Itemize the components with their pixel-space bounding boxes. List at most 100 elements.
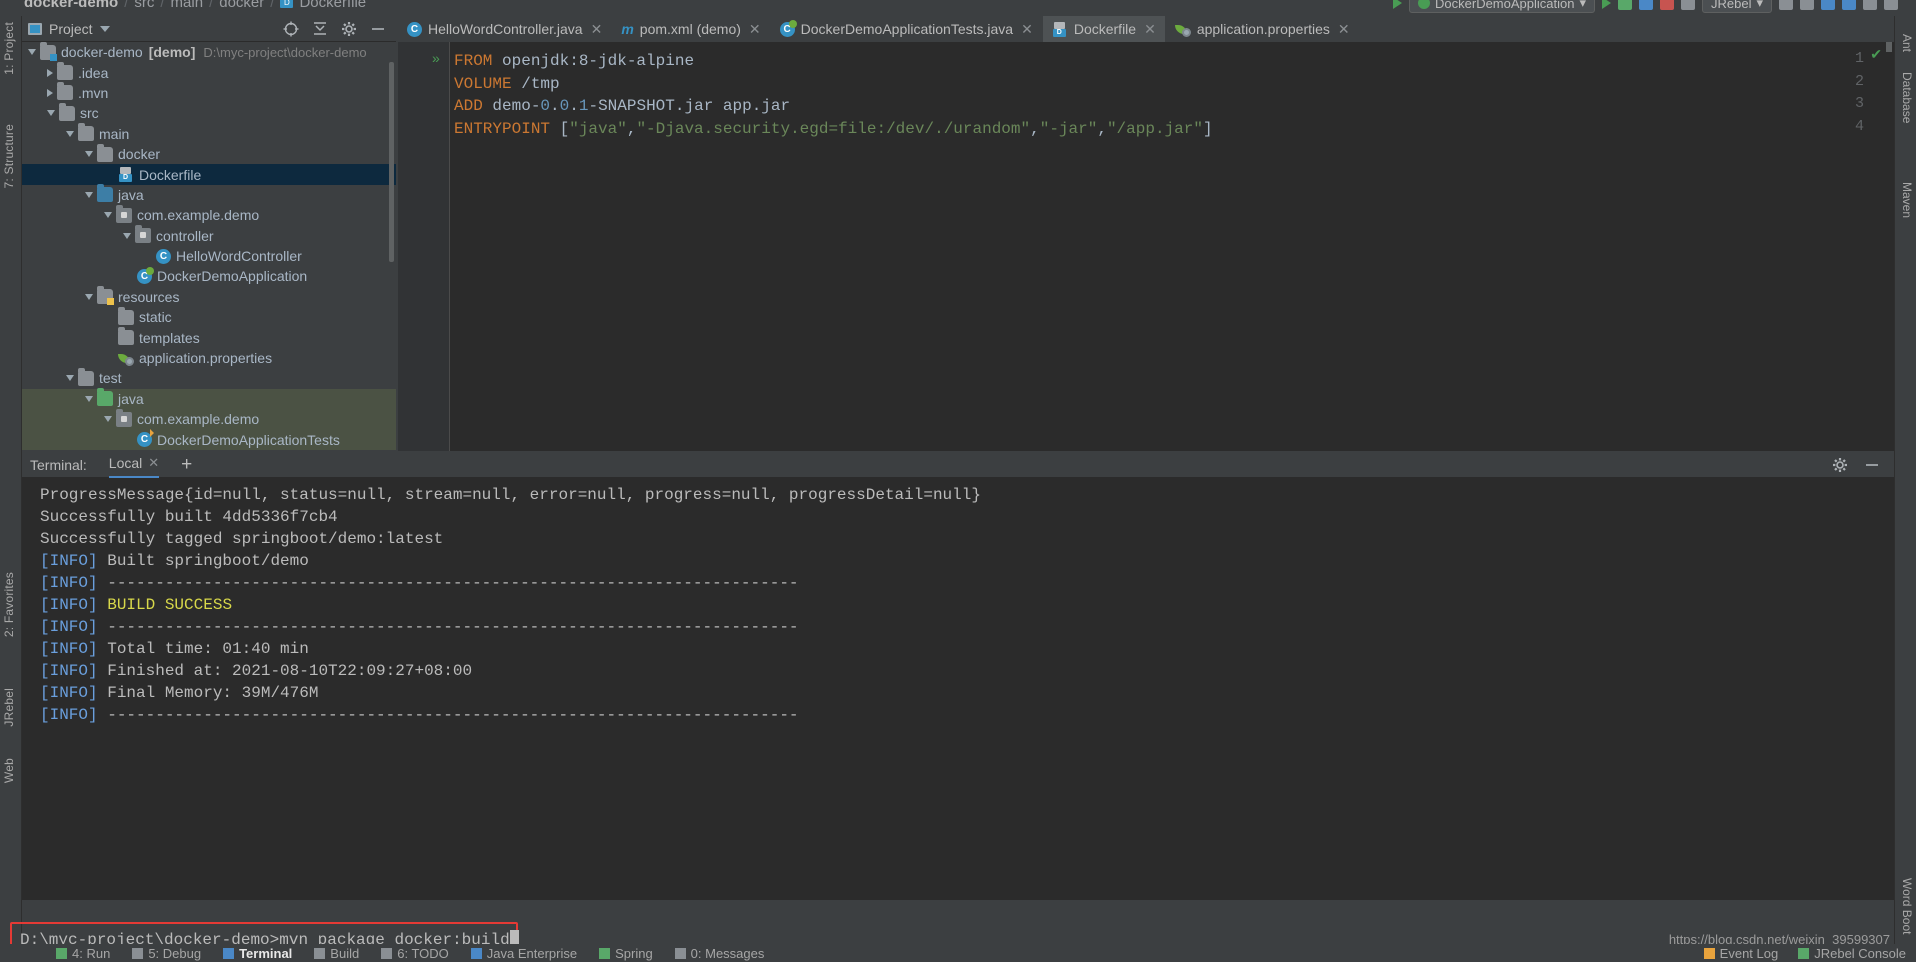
tree-node-com-example-demo[interactable]: com.example.demo	[22, 204, 396, 225]
status-bar-item-spring[interactable]: Spring	[599, 946, 653, 961]
chevron-down-icon[interactable]	[104, 416, 112, 423]
breadcrumb-item-main[interactable]: main	[171, 0, 204, 11]
tree-node-docker-demo[interactable]: docker-demo [demo] D:\myc-project\docker-d…	[22, 42, 396, 62]
tool-tab-database[interactable]: Database	[1900, 72, 1914, 123]
chevron-down-icon[interactable]	[66, 130, 74, 137]
tree-node--idea[interactable]: .idea	[22, 62, 396, 82]
status-bar-item-java-enterprise[interactable]: Java Enterprise	[470, 946, 577, 961]
tree-node-dockerfile[interactable]: D Dockerfile	[22, 164, 396, 185]
tree-node-static[interactable]: static	[22, 306, 396, 327]
chevron-down-icon[interactable]: ▾	[1579, 0, 1586, 11]
tool-tab-jrebel[interactable]: JRebel	[2, 688, 16, 727]
gear-icon[interactable]	[341, 21, 357, 37]
chevron-down-icon[interactable]	[28, 49, 36, 56]
terminal-output[interactable]: ProgressMessage{id=null, status=null, st…	[22, 478, 1894, 900]
run-configuration-selector[interactable]: DockerDemoApplication ▾	[1409, 0, 1595, 13]
editor-tab-dockerfile[interactable]: D Dockerfile ✕	[1042, 16, 1166, 42]
chevron-down-icon[interactable]	[85, 191, 93, 198]
tree-node-docker[interactable]: docker	[22, 143, 396, 164]
chevron-down-icon[interactable]: ▾	[1756, 0, 1763, 11]
tool-tab-ant[interactable]: Ant	[1900, 34, 1914, 52]
tree-node-test[interactable]: test	[22, 367, 396, 388]
status-bar-item-5-debug[interactable]: 5: Debug	[132, 946, 201, 961]
tree-node-dockerdemoapplicationtests[interactable]: C DockerDemoApplicationTests	[22, 429, 396, 450]
breadcrumb[interactable]: docker-demo / src / main / docker / D Do…	[24, 0, 366, 11]
status-bar-item-6-todo[interactable]: 6: TODO	[381, 946, 449, 961]
coverage-icon[interactable]	[1639, 0, 1653, 10]
editor-tab-application-properties[interactable]: application.properties ✕	[1166, 16, 1360, 42]
stop-icon[interactable]	[1779, 0, 1793, 10]
status-bar-item-build[interactable]: Build	[314, 946, 359, 961]
chevron-down-icon[interactable]	[66, 375, 74, 382]
breadcrumb-item-dockerfile[interactable]: Dockerfile	[299, 0, 366, 11]
tool-tab-structure[interactable]: 7: Structure	[2, 124, 16, 188]
tree-node-com-example-demo[interactable]: com.example.demo	[22, 408, 396, 430]
chevron-down-icon[interactable]	[47, 110, 55, 117]
gear-icon[interactable]	[1832, 457, 1848, 473]
new-terminal-tab-button[interactable]: +	[181, 455, 192, 474]
tool-tab-maven[interactable]: Maven	[1900, 182, 1914, 218]
close-icon[interactable]: ✕	[591, 21, 603, 38]
tree-node-java[interactable]: java	[22, 184, 396, 205]
status-bar-item-event-log[interactable]: Event Log	[1703, 946, 1778, 961]
status-bar-item-4-run[interactable]: 4: Run	[56, 946, 110, 961]
editor-scrollbar[interactable]	[1886, 42, 1892, 52]
editor-gutter[interactable]	[398, 42, 450, 451]
crosshair-icon[interactable]	[283, 21, 299, 37]
inspection-status-icon[interactable]: ✔	[1870, 46, 1882, 63]
run-icon[interactable]	[1602, 0, 1611, 9]
editor-pane[interactable]: 1» 2 3 4 FROM openjdk:8-jdk-alpine VOLUME /t…	[398, 42, 1894, 451]
more-icon[interactable]	[1884, 0, 1898, 10]
editor-tab-hellowordcontroller-java[interactable]: C HelloWordController.java ✕	[398, 16, 613, 42]
tree-node-main[interactable]: main	[22, 123, 396, 144]
minimize-icon[interactable]	[370, 21, 386, 37]
debug-icon[interactable]	[1618, 0, 1632, 10]
chevron-down-icon[interactable]	[104, 212, 112, 219]
tree-node--mvn[interactable]: .mvn	[22, 82, 396, 103]
close-icon[interactable]: ✕	[1021, 21, 1033, 38]
close-icon[interactable]: ✕	[148, 455, 159, 471]
chevron-down-icon[interactable]	[85, 293, 93, 300]
editor-tab-pom-xml-demo-[interactable]: m pom.xml (demo) ✕	[612, 16, 771, 42]
breadcrumb-item-src[interactable]: src	[134, 0, 154, 11]
search-everywhere-icon[interactable]	[1800, 0, 1814, 10]
chevron-down-icon[interactable]	[85, 151, 93, 158]
status-bar-item-jrebel-console[interactable]: JRebel Console	[1798, 946, 1906, 961]
terminal-tab-local[interactable]: Local ✕	[108, 455, 160, 478]
status-bar-item-terminal[interactable]: Terminal	[215, 944, 301, 962]
chevron-down-icon[interactable]	[123, 232, 131, 239]
editor-tab-bar[interactable]: C HelloWordController.java ✕ m pom.xml (demo…	[398, 16, 1894, 42]
tree-node-hellowordcontroller[interactable]: C HelloWordController	[22, 246, 396, 266]
chevron-right-icon[interactable]	[47, 88, 53, 97]
chevron-down-icon[interactable]	[85, 395, 93, 402]
help-icon[interactable]	[1863, 0, 1877, 10]
editor-tab-dockerdemoapplicationtests-java[interactable]: C DockerDemoApplicationTests.java ✕	[771, 16, 1043, 42]
chevron-right-icon[interactable]	[47, 68, 53, 77]
tree-node-java[interactable]: java	[22, 388, 396, 410]
close-icon[interactable]: ✕	[1144, 21, 1156, 38]
tool-tab-project[interactable]: 1: Project	[2, 22, 16, 75]
close-icon[interactable]: ✕	[749, 21, 761, 38]
tree-node-controller[interactable]: controller	[22, 225, 396, 246]
breadcrumb-item-project[interactable]: docker-demo	[24, 0, 118, 11]
profile-icon[interactable]	[1660, 0, 1674, 10]
project-tree[interactable]: docker-demo [demo] D:\myc-project\docker-d…	[22, 42, 396, 451]
breadcrumb-item-docker[interactable]: docker	[219, 0, 264, 11]
rerun-icon[interactable]	[1681, 0, 1695, 10]
tree-node-src[interactable]: src	[22, 102, 396, 123]
chevron-down-icon[interactable]	[99, 25, 110, 32]
tree-node-application-properties[interactable]: application.properties	[22, 348, 396, 368]
tree-node-dockerdemoapplication[interactable]: C DockerDemoApplication	[22, 266, 396, 286]
tree-node-resources[interactable]: resources	[22, 286, 396, 307]
tree-scrollbar[interactable]	[389, 62, 394, 262]
minimize-icon[interactable]	[1864, 457, 1880, 473]
run-button[interactable]	[1393, 0, 1403, 9]
tree-node-templates[interactable]: templates	[22, 327, 396, 347]
tool-tab-web[interactable]: Web	[2, 758, 16, 783]
code-content[interactable]: FROM openjdk:8-jdk-alpine VOLUME /tmp ADD …	[454, 50, 1213, 140]
tool-tab-wordboot[interactable]: Word Boot	[1900, 878, 1914, 934]
run-gutter-icon[interactable]: »	[432, 50, 440, 66]
collapse-all-icon[interactable]	[312, 21, 328, 37]
close-icon[interactable]: ✕	[1338, 21, 1350, 38]
status-bar[interactable]: 4: Run 5: Debug Terminal Build 6: TODO Java E…	[0, 944, 1916, 962]
